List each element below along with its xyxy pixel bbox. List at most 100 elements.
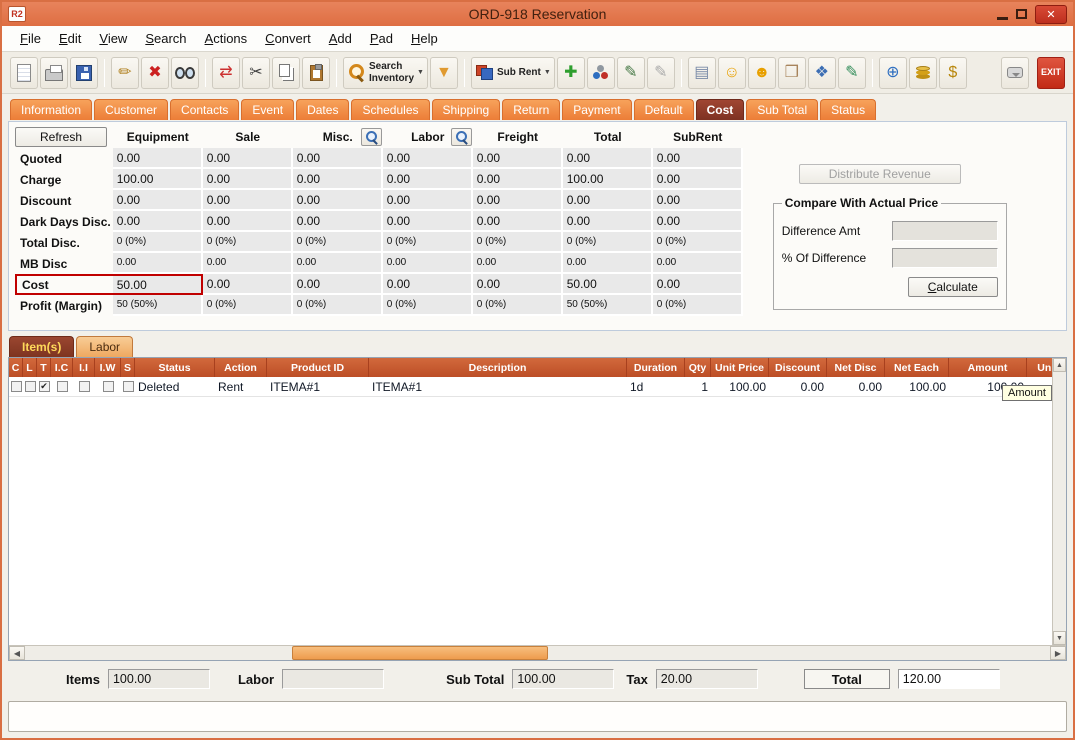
checkbox-unchecked[interactable]: [79, 381, 90, 392]
menu-item-actions[interactable]: Actions: [197, 28, 256, 49]
comment-bubble-icon: [1007, 67, 1023, 78]
cost-value-cell: 0 (0%): [383, 232, 473, 253]
cost-row-label: Quoted: [15, 148, 113, 169]
sub-rent-button[interactable]: Sub Rent▼: [471, 57, 555, 89]
scroll-left-icon[interactable]: ◀: [9, 646, 25, 660]
edit-pencil-button[interactable]: ✏: [111, 57, 139, 89]
scroll-right-icon[interactable]: ▶: [1050, 646, 1066, 660]
menu-item-help[interactable]: Help: [403, 28, 446, 49]
convert-export-button[interactable]: ⇄: [212, 57, 240, 89]
money-button[interactable]: $: [939, 57, 967, 89]
cost-tab-panel: Refresh EquipmentSaleMisc.LaborFreightTo…: [8, 121, 1067, 331]
checkbox-unchecked[interactable]: [11, 381, 22, 392]
cut-button[interactable]: ✂: [242, 57, 270, 89]
site-building-icon: ▤: [693, 63, 711, 83]
checkbox-cell: [51, 377, 73, 396]
minimize-button[interactable]: [997, 17, 1008, 20]
checkbox-unchecked[interactable]: [25, 381, 36, 392]
cost-row-label: Charge: [15, 169, 113, 190]
calculate-button[interactable]: Calculate: [908, 277, 998, 297]
tab-customer[interactable]: Customer: [94, 99, 168, 120]
items-tab-labor[interactable]: Labor: [76, 336, 133, 357]
grid-column-i-w: I.W: [95, 358, 121, 377]
customer-note-button[interactable]: ☻: [748, 57, 776, 89]
copy-button[interactable]: [272, 57, 300, 89]
delete-button[interactable]: ✖: [141, 57, 169, 89]
menu-item-add[interactable]: Add: [321, 28, 360, 49]
cost-row-dark-days-disc: Dark Days Disc.0.000.000.000.000.000.000…: [15, 211, 743, 232]
comment-bubble-button[interactable]: [1001, 57, 1029, 89]
scroll-up-icon[interactable]: ▲: [1053, 358, 1066, 372]
customer-smiley-button[interactable]: ☺: [718, 57, 746, 89]
scroll-track[interactable]: [25, 646, 1050, 660]
cost-value-cell: 0.00: [203, 169, 293, 190]
misc-search-button[interactable]: [361, 128, 382, 146]
checkbox-unchecked[interactable]: [123, 381, 134, 392]
menu-item-convert[interactable]: Convert: [257, 28, 319, 49]
web-globe-button[interactable]: ⊕: [879, 57, 907, 89]
tab-cost[interactable]: Cost: [696, 99, 745, 120]
checkbox-checked[interactable]: ✔: [39, 381, 50, 392]
filter-button[interactable]: ▼: [430, 57, 458, 89]
tab-return[interactable]: Return: [502, 99, 560, 120]
search-inventory-button[interactable]: Search Inventory▼: [343, 57, 428, 89]
scroll-down-icon[interactable]: ▼: [1053, 631, 1066, 645]
item-row[interactable]: ✔DeletedRentITEMA#1ITEMA#11d1100.000.000…: [9, 377, 1066, 397]
checkbox-unchecked[interactable]: [103, 381, 114, 392]
save-icon: [76, 65, 92, 81]
checkbox-cell: [73, 377, 95, 396]
paste-button[interactable]: [302, 57, 330, 89]
cost-column-label: Total: [594, 130, 622, 144]
close-button[interactable]: ✕: [1035, 5, 1067, 24]
distribute-revenue-button[interactable]: Distribute Revenue: [799, 164, 961, 184]
print-button[interactable]: [40, 57, 68, 89]
difference-amt-field[interactable]: [892, 221, 998, 241]
vertical-scrollbar[interactable]: ▲ ▼: [1052, 358, 1066, 645]
menu-item-edit[interactable]: Edit: [51, 28, 89, 49]
availability-button[interactable]: [587, 57, 615, 89]
toolbar-separator: [464, 59, 465, 87]
site-building-button[interactable]: ▤: [688, 57, 716, 89]
checkbox-unchecked[interactable]: [57, 381, 68, 392]
compare-group-title: Compare With Actual Price: [782, 196, 941, 210]
package-box-button[interactable]: ❒: [778, 57, 806, 89]
maximize-button[interactable]: [1016, 9, 1027, 19]
tab-event[interactable]: Event: [241, 99, 294, 120]
notes-button[interactable]: ✎: [617, 57, 645, 89]
menu-item-file[interactable]: File: [12, 28, 49, 49]
cost-value-cell: 0 (0%): [653, 295, 743, 316]
pct-of-difference-field[interactable]: [892, 248, 998, 268]
find-binoculars-button[interactable]: [171, 57, 199, 89]
tab-sub-total[interactable]: Sub Total: [746, 99, 818, 120]
refresh-button[interactable]: Refresh: [15, 127, 107, 147]
tab-information[interactable]: Information: [10, 99, 92, 120]
tab-dates[interactable]: Dates: [296, 99, 349, 120]
menu-item-view[interactable]: View: [91, 28, 135, 49]
tab-payment[interactable]: Payment: [562, 99, 631, 120]
edit-note-button[interactable]: ✎: [838, 57, 866, 89]
cost-side-panel: Distribute Revenue Compare With Actual P…: [743, 122, 1066, 330]
labor-search-button[interactable]: [451, 128, 472, 146]
coins-button[interactable]: [909, 57, 937, 89]
inventory-cubes-button[interactable]: ❖: [808, 57, 836, 89]
scroll-thumb[interactable]: [292, 646, 548, 660]
items-tab-item-s[interactable]: Item(s): [9, 336, 74, 357]
add-button[interactable]: ✚: [557, 57, 585, 89]
notes-disabled-button[interactable]: ✎: [647, 57, 675, 89]
horizontal-scrollbar[interactable]: ◀ ▶: [9, 645, 1066, 660]
menu-item-search[interactable]: Search: [137, 28, 194, 49]
save-button[interactable]: [70, 57, 98, 89]
coins-icon: [916, 66, 930, 71]
tab-default[interactable]: Default: [634, 99, 694, 120]
tab-schedules[interactable]: Schedules: [351, 99, 429, 120]
menu-item-pad[interactable]: Pad: [362, 28, 401, 49]
tab-shipping[interactable]: Shipping: [432, 99, 501, 120]
exit-button[interactable]: EXIT: [1037, 57, 1065, 89]
tab-contacts[interactable]: Contacts: [170, 99, 239, 120]
toolbar-separator: [681, 59, 682, 87]
new-document-button[interactable]: [10, 57, 38, 89]
cost-column-freight: Freight: [473, 126, 563, 148]
tab-status[interactable]: Status: [820, 99, 876, 120]
cost-value-cell: 0 (0%): [473, 232, 563, 253]
difference-amt-label: Difference Amt: [782, 224, 892, 238]
